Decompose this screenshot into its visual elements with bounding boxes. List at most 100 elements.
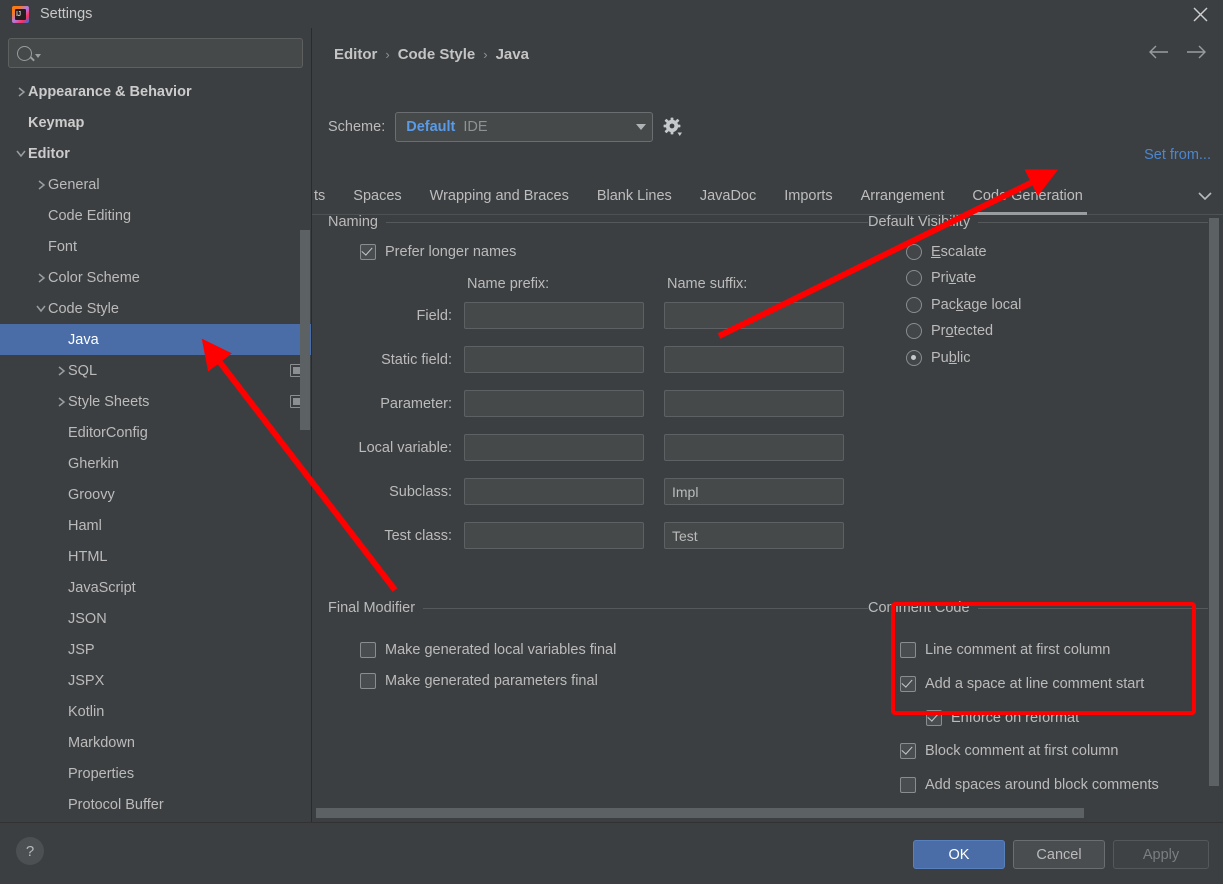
sidebar-item-jsp[interactable]: JSP [0,634,311,665]
sidebar-item-label: SQL [68,362,98,379]
tab-code-generation[interactable]: Code Generation [958,178,1096,215]
input-prefix-parameter[interactable] [464,390,644,417]
sidebar-item-json[interactable]: JSON [0,603,311,634]
sidebar-item-javascript[interactable]: JavaScript [0,572,311,603]
search-input[interactable] [41,44,302,62]
tab-arrangement[interactable]: Arrangement [847,178,959,214]
scheme-combobox[interactable]: Default IDE [395,112,654,142]
sidebar-scrollbar[interactable] [300,230,310,430]
help-button[interactable]: ? [16,837,44,865]
input-suffix-parameter[interactable] [664,390,844,417]
input-prefix-local-variable[interactable] [464,434,644,461]
apply-button[interactable]: Apply [1113,840,1209,869]
sidebar-item-editorconfig[interactable]: EditorConfig [0,417,311,448]
checkbox-block-comment-at-first-column[interactable]: Block comment at first column [900,743,1118,759]
checkbox-make-generated-local-variables-final[interactable]: Make generated local variables final [360,642,616,658]
chevron-down-icon[interactable] [14,149,28,158]
radio-visibility-public[interactable]: Public [906,350,971,366]
checkbox-enforce-on-reformat[interactable]: Enforce on reformat [926,710,1079,726]
arrow-left-icon[interactable] [1148,45,1170,62]
content-vertical-scrollbar[interactable] [1209,218,1219,786]
set-from-link[interactable]: Set from... [1144,147,1211,163]
sidebar-item-haml[interactable]: Haml [0,510,311,541]
radio-label: Package local [931,297,1022,313]
sidebar-item-style-sheets[interactable]: Style Sheets [0,386,311,417]
ok-button[interactable]: OK [913,840,1005,869]
radio-visibility-protected[interactable]: Protected [906,323,993,339]
code-style-tabs: ts Spaces Wrapping and Braces Blank Lines Ja… [312,178,1223,215]
breadcrumb-item-editor[interactable]: Editor [334,46,377,63]
label-subclass: Subclass: [389,484,452,500]
tab-spaces[interactable]: Spaces [339,178,415,214]
radio-icon [906,323,922,339]
sidebar-item-color-scheme[interactable]: Color Scheme [0,262,311,293]
close-icon[interactable] [1177,0,1223,28]
sidebar-item-gherkin[interactable]: Gherkin [0,448,311,479]
input-prefix-field[interactable] [464,302,644,329]
scheme-name: Default [406,119,456,135]
tab-wrapping-and-braces[interactable]: Wrapping and Braces [416,178,583,214]
chevron-right-icon[interactable] [54,396,68,408]
checkbox-label: Line comment at first column [925,642,1111,658]
code-generation-panel: Naming Prefer longer names Name prefix: … [312,214,1223,822]
chevron-right-icon[interactable] [14,86,28,98]
sidebar-item-sql[interactable]: SQL [0,355,311,386]
sidebar-item-java[interactable]: Java [0,324,311,355]
input-prefix-subclass[interactable] [464,478,644,505]
sidebar-item-protocol-buffer[interactable]: Protocol Buffer [0,789,311,820]
sidebar-item-font[interactable]: Font [0,231,311,262]
checkbox-add-a-space-at-line-comment-start[interactable]: Add a space at line comment start [900,676,1144,692]
sidebar-item-label: General [48,176,100,193]
checkbox-line-comment-at-first-column[interactable]: Line comment at first column [900,642,1110,658]
sidebar-item-code-style[interactable]: Code Style [0,293,311,324]
input-suffix-field[interactable] [664,302,844,329]
input-prefix-test-class[interactable] [464,522,644,549]
checkbox-label: Block comment at first column [925,743,1119,759]
input-prefix-static-field[interactable] [464,346,644,373]
scheme-label: Scheme: [328,119,386,135]
checkbox-label: Make generated parameters final [385,673,598,689]
tab-imports[interactable]: Imports [770,178,846,214]
tab-javadoc[interactable]: JavaDoc [686,178,770,214]
checkbox-prefer-longer-names[interactable]: Prefer longer names [360,244,516,260]
breadcrumb-item-java[interactable]: Java [496,46,529,63]
sidebar-item-label: HTML [68,548,108,565]
input-suffix-static-field[interactable] [664,346,844,373]
sidebar-item-keymap[interactable]: Keymap [0,107,311,138]
sidebar-item-editor[interactable]: Editor [0,138,311,169]
sidebar-item-appearance-behavior[interactable]: Appearance & Behavior [0,76,311,107]
sidebar-item-jspx[interactable]: JSPX [0,665,311,696]
tab-blank-lines[interactable]: Blank Lines [583,178,686,214]
sidebar-item-kotlin[interactable]: Kotlin [0,696,311,727]
input-suffix-test-class[interactable] [664,522,844,549]
sidebar-item-code-editing[interactable]: Code Editing [0,200,311,231]
sidebar-item-html[interactable]: HTML [0,541,311,572]
sidebar-item-groovy[interactable]: Groovy [0,479,311,510]
chevron-down-icon[interactable] [34,304,48,313]
cancel-button[interactable]: Cancel [1013,840,1105,869]
input-suffix-local-variable[interactable] [664,434,844,461]
gear-icon[interactable] [663,117,683,137]
radio-visibility-package-local[interactable]: Package local [906,297,1021,313]
checkbox-add-spaces-around-block-comments[interactable]: Add spaces around block comments [900,777,1159,793]
chevron-right-icon[interactable] [34,272,48,284]
sidebar-item-label: Groovy [68,486,115,503]
content-horizontal-scrollbar[interactable] [316,808,1084,818]
chevron-right-icon[interactable] [54,365,68,377]
sidebar-item-markdown[interactable]: Markdown [0,727,311,758]
radio-visibility-escalate[interactable]: Escalate [906,244,987,260]
arrow-right-icon[interactable] [1185,45,1207,62]
chevron-right-icon[interactable] [34,179,48,191]
radio-visibility-private[interactable]: Private [906,270,976,286]
breadcrumb-item-code-style[interactable]: Code Style [398,46,476,63]
tab-ts[interactable]: ts [314,178,339,214]
group-title-default-visibility: Default Visibility [868,214,971,230]
sidebar-item-general[interactable]: General [0,169,311,200]
group-default-visibility: Default Visibility [868,214,1208,230]
tab-overflow-chevron-down-icon[interactable] [1187,178,1223,214]
search-box[interactable] [8,38,303,68]
checkbox-make-generated-parameters-final[interactable]: Make generated parameters final [360,673,598,689]
input-suffix-subclass[interactable] [664,478,844,505]
sidebar-item-properties[interactable]: Properties [0,758,311,789]
checkbox-label: Enforce on reformat [951,710,1080,726]
